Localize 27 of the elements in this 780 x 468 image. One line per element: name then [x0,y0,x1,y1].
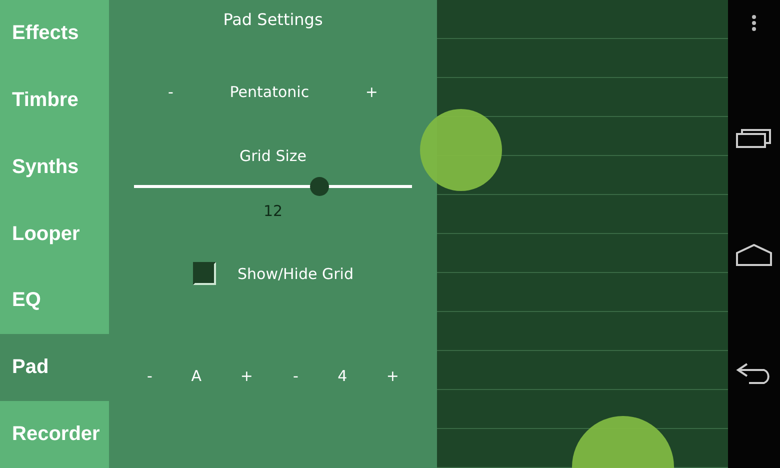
sidebar-tab[interactable]: Timbre [0,66,109,134]
home-icon[interactable] [736,244,772,266]
sidebar-tab[interactable]: EQ [0,267,109,334]
decrease-button[interactable]: - [141,365,158,387]
sidebar-tab[interactable]: Looper [0,200,109,268]
increase-button[interactable]: + [234,365,259,387]
decrease-button[interactable]: - [287,365,304,387]
grid-size-label: Grid Size [239,147,307,165]
value-text: 4 [338,367,348,385]
touch-pad[interactable] [437,0,728,468]
grid-toggle-label: Show/Hide Grid [238,264,354,282]
increase-button[interactable]: + [380,365,405,387]
value-text: A [191,367,202,385]
sidebar-tab[interactable]: Synths [0,134,109,201]
recent-apps-icon[interactable] [736,128,772,148]
value-text: Pentatonic [230,83,310,101]
sidebar-tab[interactable]: Recorder [0,401,109,468]
more-icon[interactable] [751,14,757,32]
panel-title: Pad Settings [223,10,323,29]
grid-size-value: 12 [263,202,283,220]
slider-thumb[interactable] [310,177,329,196]
grid-size-slider[interactable] [134,177,412,196]
decrease-button[interactable]: - [162,81,180,103]
increase-button[interactable]: + [359,81,384,103]
sidebar-tab[interactable]: Pad [0,334,109,402]
sidebar-tab[interactable]: Effects [0,0,109,67]
grid-checkbox[interactable] [192,262,216,285]
